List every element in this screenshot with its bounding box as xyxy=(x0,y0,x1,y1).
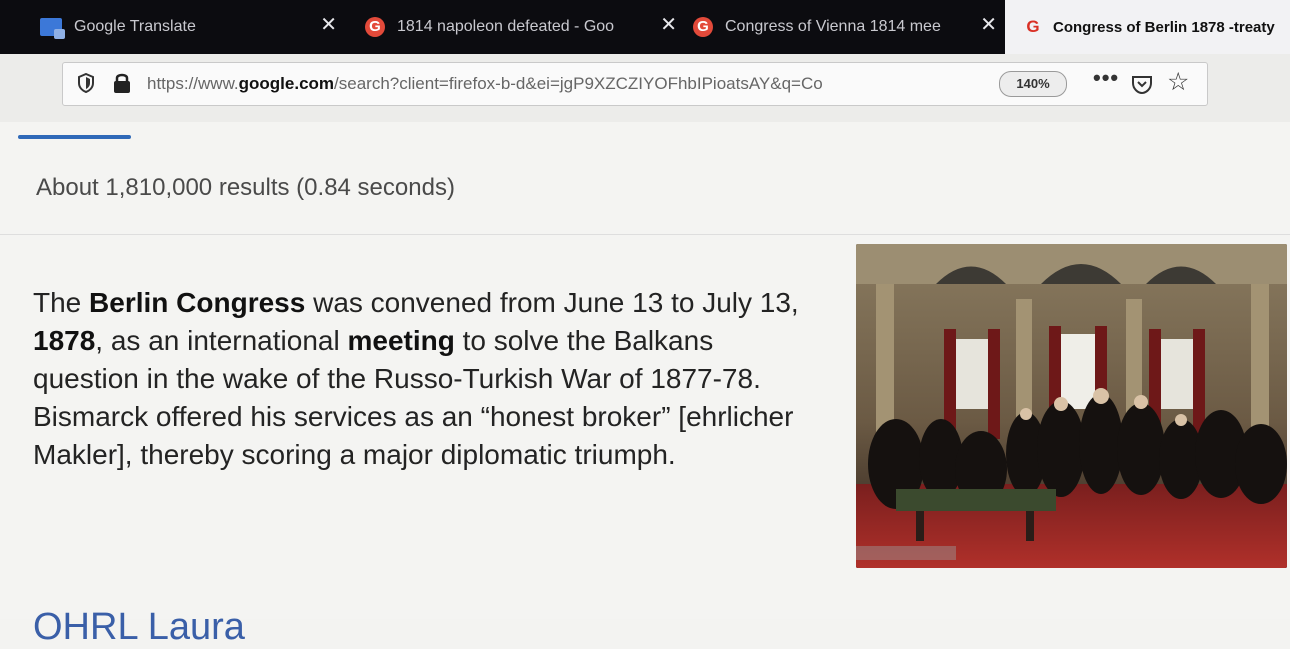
url-domain: google.com xyxy=(238,74,335,93)
search-results-page: About 1,810,000 results (0.84 seconds) T… xyxy=(0,122,1290,648)
bookmark-star-icon[interactable]: ☆ xyxy=(1167,70,1189,95)
next-result-heading[interactable]: OHRL Laura xyxy=(33,606,245,649)
snippet-text-run: , as an international xyxy=(95,325,348,356)
snippet-text-run: was convened from June 13 to July 13, xyxy=(305,287,799,318)
google-icon: G xyxy=(365,17,385,37)
url-bar[interactable]: https://www.google.com/search?client=fir… xyxy=(62,62,1208,106)
navigation-bar: https://www.google.com/search?client=fir… xyxy=(0,54,1290,122)
tab-strip: Google Translate ✕ G 1814 napoleon defea… xyxy=(0,0,1290,54)
divider xyxy=(0,234,1290,235)
tab-google-translate[interactable]: Google Translate ✕ xyxy=(0,0,345,54)
url-path: /search?client=firefox-b-d&ei=jgP9XZCZIY… xyxy=(334,74,823,93)
featured-snippet-image[interactable] xyxy=(856,244,1287,568)
zoom-level-badge[interactable]: 140% xyxy=(999,71,1067,97)
page-actions-more-icon[interactable]: ••• xyxy=(1093,65,1119,91)
google-icon: G xyxy=(1026,17,1040,36)
pocket-icon[interactable] xyxy=(1131,73,1153,100)
snippet-bold-term: Berlin Congress xyxy=(89,287,306,318)
active-tab-indicator xyxy=(18,135,131,139)
tab-label: Congress of Berlin 1878 -treaty xyxy=(1053,18,1275,36)
snippet-text-run: The xyxy=(33,287,90,318)
lock-icon[interactable] xyxy=(113,72,131,99)
close-icon[interactable]: ✕ xyxy=(320,15,337,35)
result-stats: About 1,810,000 results (0.84 seconds) xyxy=(36,174,455,201)
url-prefix: https://www. xyxy=(147,74,239,93)
tab-label: Google Translate xyxy=(74,18,196,35)
url-text[interactable]: https://www.google.com/search?client=fir… xyxy=(147,74,1017,94)
tab-napoleon-search[interactable]: G 1814 napoleon defeated - Goo ✕ xyxy=(345,0,685,54)
snippet-bold-term: 1878 xyxy=(33,325,96,356)
tab-label: 1814 napoleon defeated - Goo xyxy=(397,18,615,35)
tab-vienna-search[interactable]: G Congress of Vienna 1814 mee ✕ xyxy=(685,0,1005,54)
snippet-bold-term: meeting xyxy=(347,325,455,356)
google-icon: G xyxy=(693,17,713,37)
tab-berlin-search[interactable]: G Congress of Berlin 1878 -treaty xyxy=(1005,0,1290,54)
tab-label: Congress of Vienna 1814 mee xyxy=(725,18,941,35)
close-icon[interactable]: ✕ xyxy=(660,15,677,35)
featured-snippet-text: The Berlin Congress was convened from Ju… xyxy=(33,284,823,474)
close-icon[interactable]: ✕ xyxy=(980,15,997,35)
tracking-shield-icon[interactable] xyxy=(77,72,95,98)
google-translate-icon xyxy=(40,18,65,39)
